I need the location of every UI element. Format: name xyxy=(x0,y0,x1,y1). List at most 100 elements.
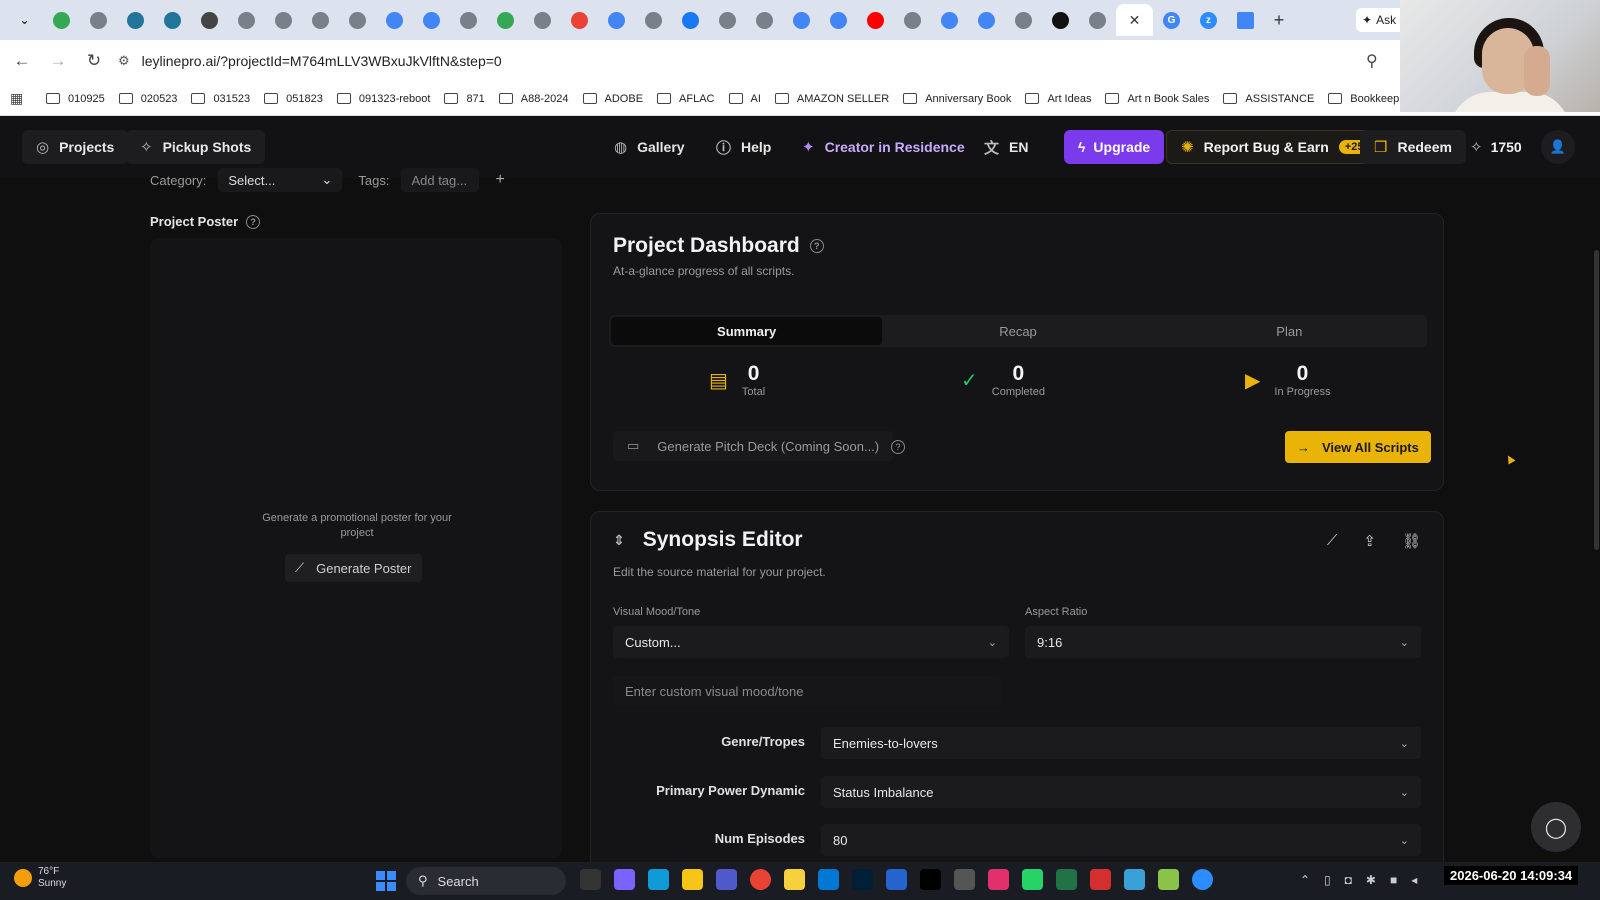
copilot-icon[interactable] xyxy=(614,869,635,890)
zoom-app-icon[interactable] xyxy=(1192,869,1213,890)
browser-tab[interactable] xyxy=(1227,4,1264,36)
browser-tab[interactable] xyxy=(820,4,857,36)
tag-input[interactable]: Add tag... xyxy=(401,168,480,192)
browser-tab[interactable] xyxy=(1005,4,1042,36)
apps-grid-icon[interactable]: ▦ xyxy=(10,90,34,107)
acrobat-icon[interactable] xyxy=(1090,869,1111,890)
add-tag-button[interactable]: + xyxy=(495,171,504,189)
browser-tab[interactable] xyxy=(635,4,672,36)
display-icon[interactable]: ■ xyxy=(1390,873,1397,887)
browser-tab[interactable] xyxy=(672,4,709,36)
usb-icon[interactable]: ▯ xyxy=(1324,873,1331,887)
bridge-icon[interactable] xyxy=(920,869,941,890)
generate-poster-button[interactable]: ⟋ Generate Poster xyxy=(285,554,422,582)
chrome-icon[interactable] xyxy=(750,869,771,890)
browser-tab[interactable] xyxy=(117,4,154,36)
zoom-magnifier-icon[interactable]: ⚲ xyxy=(1366,51,1378,71)
aspect-ratio-select[interactable]: 9:16 ⌄ xyxy=(1025,626,1421,658)
sticky-notes-icon[interactable] xyxy=(784,869,805,890)
photoshop-icon[interactable] xyxy=(852,869,873,890)
clock[interactable]: 2026-06-20 14:09:34 xyxy=(1444,866,1579,885)
browser-tab[interactable] xyxy=(857,4,894,36)
tab-summary[interactable]: Summary xyxy=(611,317,883,345)
collapse-toggle-icon[interactable]: ⇕ xyxy=(613,532,625,549)
browser-tab[interactable] xyxy=(43,4,80,36)
language-selector[interactable]: 文 EN xyxy=(984,130,1028,164)
browser-tab[interactable]: G xyxy=(1153,4,1190,36)
redeem-button[interactable]: ❒ Redeem xyxy=(1360,130,1466,164)
browser-tab[interactable] xyxy=(524,4,561,36)
help-link[interactable]: ⓘ Help xyxy=(716,130,771,164)
browser-tab[interactable] xyxy=(709,4,746,36)
new-tab-button[interactable]: + xyxy=(1264,10,1294,31)
projects-button[interactable]: ◎ Projects xyxy=(22,130,129,164)
page-scrollbar[interactable] xyxy=(1594,250,1599,550)
generate-pitch-deck-button[interactable]: ▭ Generate Pitch Deck (Coming Soon...) xyxy=(613,431,894,461)
user-avatar[interactable]: 👤 xyxy=(1541,130,1575,164)
mood-select[interactable]: Custom... ⌄ xyxy=(613,626,1009,658)
chevron-up-icon[interactable]: ⌃ xyxy=(1300,873,1310,887)
genre-select[interactable]: Enemies-to-lovers ⌄ xyxy=(821,727,1421,759)
browser-tab[interactable] xyxy=(783,4,820,36)
edge-icon[interactable] xyxy=(648,869,669,890)
browser-tab[interactable] xyxy=(894,4,931,36)
bookmark-folder[interactable]: AI xyxy=(728,93,761,105)
chat-button[interactable]: ◯ xyxy=(1531,802,1581,852)
bookmark-folder[interactable]: 091323-reboot xyxy=(336,93,430,105)
bookmark-folder[interactable]: Anniversary Book xyxy=(903,93,1011,105)
category-select[interactable]: Select... ⌄ xyxy=(218,168,343,192)
file-explorer-icon[interactable] xyxy=(682,869,703,890)
todo-icon[interactable] xyxy=(886,869,907,890)
ask-gemini-tab[interactable]: ✦ Ask xyxy=(1356,8,1406,32)
bookmark-folder[interactable]: 051823 xyxy=(264,93,323,105)
bookmark-folder[interactable]: AFLAC xyxy=(657,93,715,105)
browser-tab[interactable] xyxy=(450,4,487,36)
browser-tab[interactable] xyxy=(931,4,968,36)
browser-tab[interactable] xyxy=(265,4,302,36)
browser-tab[interactable] xyxy=(339,4,376,36)
outlook-icon[interactable] xyxy=(818,869,839,890)
browser-tab[interactable] xyxy=(598,4,635,36)
bookmark-folder[interactable]: A88-2024 xyxy=(498,93,569,105)
network-icon[interactable]: ✱ xyxy=(1366,873,1376,887)
bookmark-folder[interactable]: ADOBE xyxy=(582,93,643,105)
browser-tab[interactable] xyxy=(302,4,339,36)
browser-tab[interactable] xyxy=(487,4,524,36)
taskview-icon[interactable] xyxy=(580,869,601,890)
bookmark-folder[interactable]: 871 xyxy=(444,93,485,105)
browser-tab[interactable] xyxy=(154,4,191,36)
browser-tab[interactable] xyxy=(191,4,228,36)
bookmark-folder[interactable]: 031523 xyxy=(191,93,250,105)
url-field[interactable]: ⚙ leylinepro.ai/?projectId=M764mLLV3WBxu… xyxy=(118,53,502,69)
close-icon[interactable]: ✕ xyxy=(1126,12,1143,29)
report-bug-button[interactable]: ✺ Report Bug & Earn +25 xyxy=(1166,130,1385,164)
browser-tab[interactable] xyxy=(1042,4,1079,36)
site-settings-icon[interactable]: ⚙ xyxy=(118,53,130,69)
whatsapp-icon[interactable] xyxy=(1022,869,1043,890)
camera-icon[interactable]: ◘ xyxy=(1345,873,1352,887)
magic-wand-icon[interactable]: ⟋ xyxy=(1327,532,1338,550)
link-icon[interactable]: ⛓ xyxy=(1402,532,1421,550)
upload-icon[interactable]: ⇪ xyxy=(1363,532,1376,550)
help-icon[interactable]: ? xyxy=(891,440,905,454)
reload-button[interactable]: ↻ xyxy=(76,51,112,71)
forward-button[interactable]: → xyxy=(40,51,76,71)
creator-in-residence-link[interactable]: ✦ Creator in Residence xyxy=(802,130,965,164)
tab-list-dropdown[interactable]: ⌄ xyxy=(6,4,43,36)
upgrade-button[interactable]: ϟ Upgrade xyxy=(1064,130,1165,164)
back-button[interactable]: ← xyxy=(4,51,40,71)
pickup-shots-button[interactable]: ✧ Pickup Shots xyxy=(126,130,266,164)
browser-tab[interactable] xyxy=(80,4,117,36)
gallery-link[interactable]: ◍ Gallery xyxy=(614,130,685,164)
bookmark-folder[interactable]: 020523 xyxy=(118,93,177,105)
instagram-icon[interactable] xyxy=(988,869,1009,890)
bookmark-folder[interactable]: Art Ideas xyxy=(1025,93,1091,105)
windows-start-icon[interactable] xyxy=(376,871,396,891)
credits-counter[interactable]: ✧ 1750 xyxy=(1470,130,1522,164)
bookmark-folder[interactable]: Art n Book Sales xyxy=(1105,93,1209,105)
browser-tab[interactable] xyxy=(1079,4,1116,36)
active-tab[interactable]: ✕ xyxy=(1116,4,1153,36)
browser-tab[interactable] xyxy=(561,4,598,36)
bookmark-folder[interactable]: AMAZON SELLER xyxy=(774,93,889,105)
taskbar-search[interactable]: ⚲ Search xyxy=(406,867,566,895)
